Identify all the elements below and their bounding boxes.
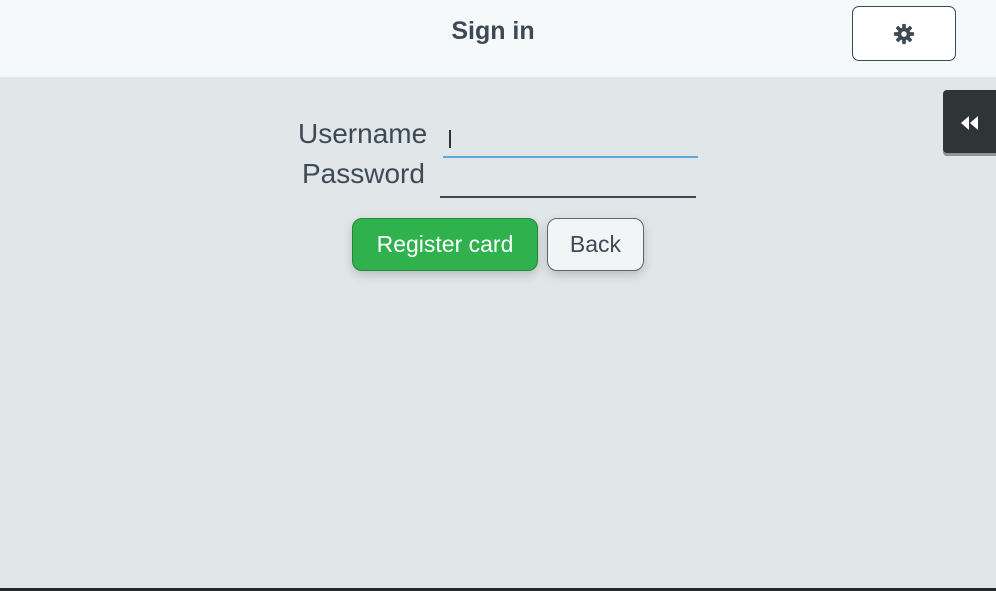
back-button[interactable]: Back	[547, 218, 644, 271]
double-chevron-left-icon	[960, 114, 980, 130]
password-input[interactable]	[440, 158, 696, 198]
header-bar: Sign in	[0, 0, 996, 77]
page-title: Sign in	[451, 17, 535, 45]
text-caret	[449, 130, 451, 148]
register-card-button[interactable]: Register card	[352, 218, 538, 271]
username-label: Username	[298, 118, 428, 149]
username-input[interactable]	[443, 118, 698, 158]
gear-icon	[893, 23, 915, 45]
settings-button[interactable]	[852, 6, 956, 61]
side-panel-toggle[interactable]	[943, 90, 996, 153]
password-label: Password	[302, 158, 425, 189]
